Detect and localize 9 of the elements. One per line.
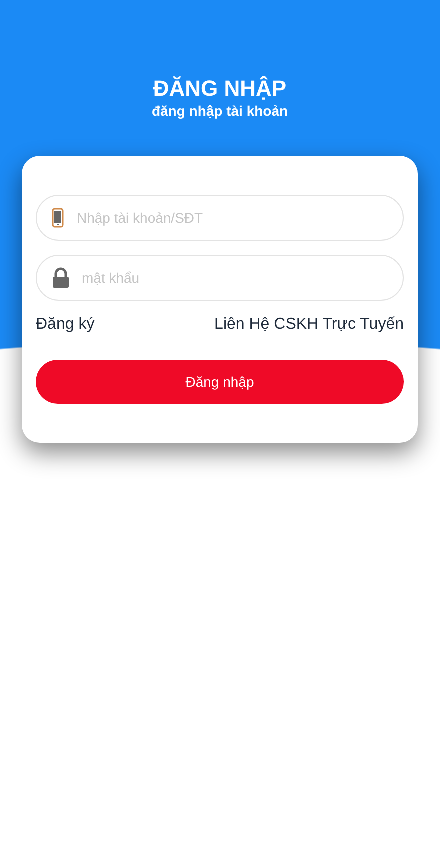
support-link[interactable]: Liên Hệ CSKH Trực Tuyến — [214, 316, 404, 334]
page-title: ĐĂNG NHẬP — [153, 76, 287, 102]
page-subtitle: đăng nhập tài khoản — [152, 102, 288, 120]
account-field[interactable]: Nhập tài khoản/SĐT — [36, 195, 404, 241]
phone-icon — [52, 208, 64, 228]
register-link[interactable]: Đăng ký — [36, 316, 95, 334]
lock-icon — [52, 267, 70, 289]
login-button[interactable]: Đăng nhập — [36, 360, 404, 404]
password-field[interactable]: mật khẩu — [36, 255, 404, 301]
